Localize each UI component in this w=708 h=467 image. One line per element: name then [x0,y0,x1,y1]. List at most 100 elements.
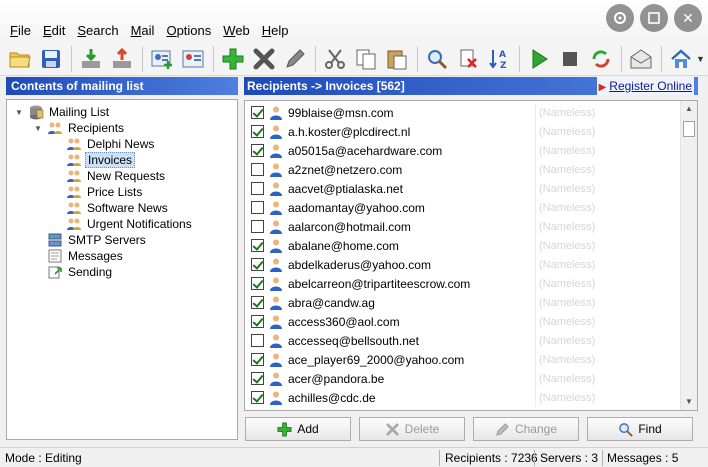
tree-item[interactable]: Software News [53,200,170,216]
scrollbar-thumb[interactable] [683,121,695,137]
user-icon [269,143,283,159]
close-icon[interactable]: ✕ [674,4,702,32]
mail-send-icon[interactable] [627,45,655,73]
lens-icon[interactable] [606,4,634,32]
recipient-checkbox[interactable] [251,239,264,252]
recipient-row[interactable]: abdelkaderus@yahoo.com (Nameless) [245,255,679,274]
copy-icon[interactable] [352,45,380,73]
menu-options[interactable]: Options [160,22,217,40]
recipient-name: (Nameless) [539,277,596,290]
recipient-checkbox[interactable] [251,182,264,195]
recipient-row[interactable]: abra@candw.ag (Nameless) [245,293,679,312]
recipient-row[interactable]: ace_player69_2000@yahoo.com (Nameless) [245,350,679,369]
tree-item[interactable]: ▼ Mailing List [15,104,111,120]
expand-arrow-icon[interactable]: ▼ [15,108,25,117]
recipient-checkbox[interactable] [251,353,264,366]
recipient-row[interactable]: aalarcon@hotmail.com (Nameless) [245,217,679,236]
tree-item-label: New Requests [87,169,166,183]
stop-icon[interactable] [556,45,584,73]
cut-icon[interactable] [321,45,349,73]
toolbar-separator [519,45,520,72]
play-icon[interactable] [525,45,553,73]
recipient-checkbox[interactable] [251,125,264,138]
refresh-icon[interactable] [587,45,615,73]
sort-az-icon[interactable]: AZ [485,45,513,73]
recipient-checkbox[interactable] [251,391,264,404]
recipient-checkbox[interactable] [251,201,264,214]
add-contact-icon[interactable] [148,45,176,73]
recipient-email: a05015a@acehardware.com [288,143,443,158]
scroll-down-icon[interactable]: ▼ [681,394,697,410]
open-folder-icon[interactable] [6,45,34,73]
recipient-checkbox[interactable] [251,334,264,347]
tree-item[interactable]: Urgent Notifications [53,216,194,232]
find-button[interactable]: Find [587,417,693,441]
paste-icon[interactable] [383,45,411,73]
add-button[interactable]: Add [245,417,351,441]
people-icon [66,168,82,184]
export-icon[interactable] [108,45,136,73]
tree-item[interactable]: Sending [34,264,114,280]
recipient-row[interactable]: a05015a@acehardware.com (Nameless) [245,141,679,160]
recipient-row[interactable]: abelcarreon@tripartiteescrow.com (Nameles… [245,274,679,293]
tree-item[interactable]: Invoices [53,152,136,168]
recipient-row[interactable]: acer@pandora.be (Nameless) [245,369,679,388]
recipient-row[interactable]: 99blaise@msn.com (Nameless) [245,103,679,122]
save-icon[interactable] [37,45,65,73]
tree-item[interactable]: Price Lists [53,184,144,200]
clean-icon[interactable] [454,45,482,73]
recipient-row[interactable]: achilles@cdc.de (Nameless) [245,388,679,407]
menu-mail[interactable]: Mail [125,22,161,40]
tree-item[interactable]: ▼ Recipients [34,120,126,136]
recipient-checkbox[interactable] [251,106,264,119]
scroll-up-icon[interactable]: ▲ [681,101,697,117]
recipient-checkbox[interactable] [251,163,264,176]
chevron-down-icon[interactable]: ▼ [696,54,705,64]
add-icon[interactable] [219,45,247,73]
recipient-checkbox[interactable] [251,296,264,309]
change-button[interactable]: Change [473,417,579,441]
menu-search[interactable]: Search [71,22,124,40]
menu-web[interactable]: Web [217,22,256,40]
menu-edit[interactable]: Edit [37,22,71,40]
screenshot-icon[interactable] [640,4,668,32]
recipient-email: a.h.koster@plcdirect.nl [288,124,411,139]
recipient-row[interactable]: access360@aol.com (Nameless) [245,312,679,331]
tree-item[interactable]: Delphi News [53,136,156,152]
recipient-name: (Nameless) [539,391,596,404]
tree-item[interactable]: New Requests [53,168,167,184]
register-online-link[interactable]: ▶ Register Online [596,77,694,95]
status-divider [534,450,535,466]
recipient-checkbox[interactable] [251,372,264,385]
menu-help[interactable]: Help [256,22,295,40]
home-icon[interactable] [667,45,695,73]
tree-item-label: Mailing List [49,105,110,119]
column-divider [535,312,536,331]
recipient-checkbox[interactable] [251,277,264,290]
import-icon[interactable] [77,45,105,73]
tree-item[interactable]: SMTP Servers [34,232,148,248]
tree-item-label: Price Lists [87,185,143,199]
recipient-checkbox[interactable] [251,258,264,271]
edit-pencil-icon[interactable] [281,45,309,73]
tree-item[interactable]: Messages [34,248,125,264]
recipient-row[interactable]: accesseq@bellsouth.net (Nameless) [245,331,679,350]
contact-card-icon[interactable] [179,45,207,73]
vertical-scrollbar[interactable]: ▲ ▼ [680,101,697,410]
recipient-checkbox[interactable] [251,144,264,157]
search-icon[interactable] [423,45,451,73]
recipient-row[interactable]: a2znet@netzero.com (Nameless) [245,160,679,179]
delete-x-icon[interactable] [250,45,278,73]
menu-file[interactable]: File [4,22,37,40]
recipient-row[interactable]: aacvet@ptialaska.net (Nameless) [245,179,679,198]
column-divider [535,160,536,179]
recipient-checkbox[interactable] [251,220,264,233]
recipient-row[interactable]: abalane@home.com (Nameless) [245,236,679,255]
recipient-email: abdelkaderus@yahoo.com [288,257,431,272]
recipient-row[interactable]: a.h.koster@plcdirect.nl (Nameless) [245,122,679,141]
recipient-row[interactable]: aadomantay@yahoo.com (Nameless) [245,198,679,217]
recipient-checkbox[interactable] [251,315,264,328]
recipient-email: accesseq@bellsouth.net [288,333,419,348]
delete-button[interactable]: Delete [359,417,465,441]
expand-arrow-icon[interactable]: ▼ [34,124,44,133]
